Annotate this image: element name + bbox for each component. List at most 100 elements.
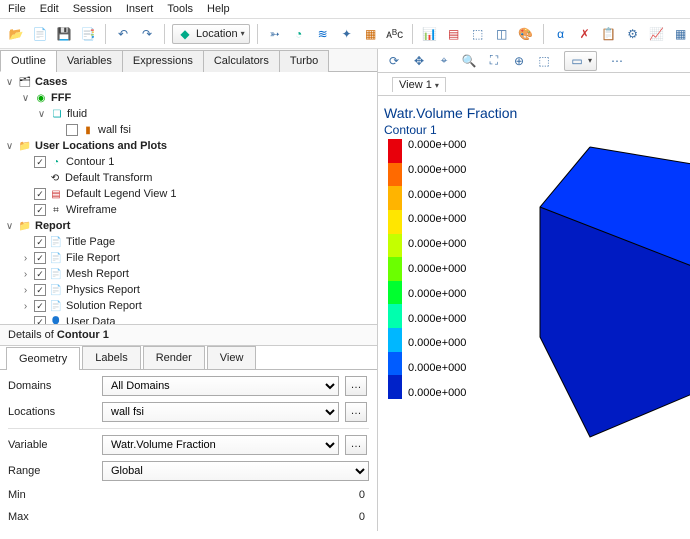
tree-cases[interactable]: Cases [35,76,67,88]
volume-icon[interactable]: ▦ [361,25,381,43]
domain-icon: ❏ [50,107,64,121]
tree-wall-fsi[interactable]: wall fsi [98,124,131,136]
twist-icon[interactable]: › [20,269,31,280]
checkbox[interactable]: ✓ [34,156,46,168]
clip-icon[interactable]: ◫ [492,25,512,43]
save-state-icon[interactable]: 📑 [78,25,98,43]
tab-calculators[interactable]: Calculators [203,50,280,72]
fit-icon[interactable]: ⛶ [484,52,504,70]
checkbox[interactable]: ✓ [34,268,46,280]
range-select[interactable]: Global [102,461,369,481]
locations-more-button[interactable]: … [345,402,367,422]
twist-icon[interactable]: › [20,301,31,312]
outline-tree[interactable]: ∨🗂Cases ∨◉FFF ∨❏fluid ·▮wall fsi ∨📁User … [0,72,377,325]
checkbox[interactable]: ✓ [34,284,46,296]
checkbox[interactable]: ✓ [34,204,46,216]
rendered-geometry [530,147,690,447]
checkbox[interactable]: ✓ [34,300,46,312]
undo-button[interactable]: ↶ [113,25,133,43]
tab-expressions[interactable]: Expressions [122,50,204,72]
save-icon[interactable]: 💾 [54,25,74,43]
menu-insert[interactable]: Insert [126,3,154,15]
expr-icon[interactable]: ✗ [575,25,595,43]
twist-icon[interactable]: ∨ [4,221,15,232]
load-results-icon[interactable]: 📂 [6,25,26,43]
zoom-icon[interactable]: 🔍 [459,52,479,70]
redo-button[interactable]: ↷ [137,25,157,43]
tree-fff[interactable]: FFF [51,92,71,104]
viewport-canvas[interactable]: Watr.Volume Fraction Contour 1 0.000e+00… [378,97,690,531]
more-view-icon[interactable]: ⋯ [607,52,627,70]
tree-user-data[interactable]: User Data [66,316,116,325]
twist-icon[interactable]: ∨ [4,77,15,88]
tree-user-locations[interactable]: User Locations and Plots [35,140,167,152]
menu-file[interactable]: File [8,3,26,15]
menu-edit[interactable]: Edit [40,3,59,15]
locations-select[interactable]: wall fsi [102,402,339,422]
detail-tab-labels[interactable]: Labels [82,346,140,369]
streamline-icon[interactable]: ≋ [313,25,333,43]
variable-more-button[interactable]: … [345,435,367,455]
twist-icon[interactable]: › [20,253,31,264]
tree-default-transform[interactable]: Default Transform [65,172,152,184]
domains-select[interactable]: All Domains [102,376,339,396]
calc2-icon[interactable]: 📋 [599,25,619,43]
load-state-icon[interactable]: 📄 [30,25,50,43]
tree-report[interactable]: Report [35,220,70,232]
tab-turbo[interactable]: Turbo [279,50,329,72]
palette-icon[interactable]: 🎨 [516,25,536,43]
zoom-box-icon[interactable]: ⌖ [434,52,454,70]
instance-icon[interactable]: ⬚ [468,25,488,43]
tree-default-legend[interactable]: Default Legend View 1 [66,188,177,200]
menu-bar: File Edit Session Insert Tools Help [0,0,690,19]
turbo-icon[interactable]: ⚙ [623,25,643,43]
zoom-in-icon[interactable]: ⊕ [509,52,529,70]
rotate-icon[interactable]: ⟳ [384,52,404,70]
tree-mesh-report[interactable]: Mesh Report [66,268,129,280]
tab-variables[interactable]: Variables [56,50,123,72]
menu-session[interactable]: Session [73,3,112,15]
table-icon[interactable]: ▦ [671,25,690,43]
tree-fluid[interactable]: fluid [67,108,87,120]
page-icon: 📄 [49,299,63,313]
twist-icon[interactable]: › [20,285,31,296]
tree-file-report[interactable]: File Report [66,252,120,264]
tree-wireframe[interactable]: Wireframe [66,204,117,216]
detail-tab-render[interactable]: Render [143,346,205,369]
menu-tools[interactable]: Tools [167,3,193,15]
select-icon[interactable]: ⬚ [534,52,554,70]
vector-icon[interactable]: ➳ [265,25,285,43]
particle-icon[interactable]: ✦ [337,25,357,43]
highlight-dropdown[interactable]: ▭▾ [564,51,597,71]
location-dropdown[interactable]: ◆ Location ▾ [172,24,250,44]
view-tab-1[interactable]: View 1 ▾ [392,77,446,92]
detail-tab-view[interactable]: View [207,346,257,369]
pan-icon[interactable]: ✥ [409,52,429,70]
text-icon[interactable]: ᴀᴮᴄ [385,25,405,43]
details-tabs: Geometry Labels Render View [0,346,377,370]
twist-icon[interactable]: ∨ [4,141,15,152]
domains-more-button[interactable]: … [345,376,367,396]
detail-tab-geometry[interactable]: Geometry [6,347,80,370]
chart-icon[interactable]: 📈 [647,25,667,43]
tree-solution-report[interactable]: Solution Report [66,300,142,312]
contour-icon[interactable]: ◔ [289,25,309,43]
checkbox[interactable]: ✓ [34,316,46,325]
checkbox[interactable]: ✓ [34,252,46,264]
tree-contour1[interactable]: Contour 1 [66,156,114,168]
checkbox[interactable]: ✓ [34,188,46,200]
twist-icon[interactable]: ∨ [36,109,47,120]
tree-title-page[interactable]: Title Page [66,236,115,248]
variable-icon[interactable]: α [551,25,571,43]
legend-icon[interactable]: ▤ [444,25,464,43]
menu-help[interactable]: Help [207,3,230,15]
tree-physics-report[interactable]: Physics Report [66,284,140,296]
checkbox[interactable] [66,124,78,136]
twist-icon[interactable]: ∨ [20,93,31,104]
calc-icon[interactable]: 📊 [420,25,440,43]
variable-select[interactable]: Watr.Volume Fraction [102,435,339,455]
legend-color-bar [388,139,402,399]
tab-outline[interactable]: Outline [0,50,57,72]
details-title: Details of Contour 1 [0,325,377,346]
checkbox[interactable]: ✓ [34,236,46,248]
